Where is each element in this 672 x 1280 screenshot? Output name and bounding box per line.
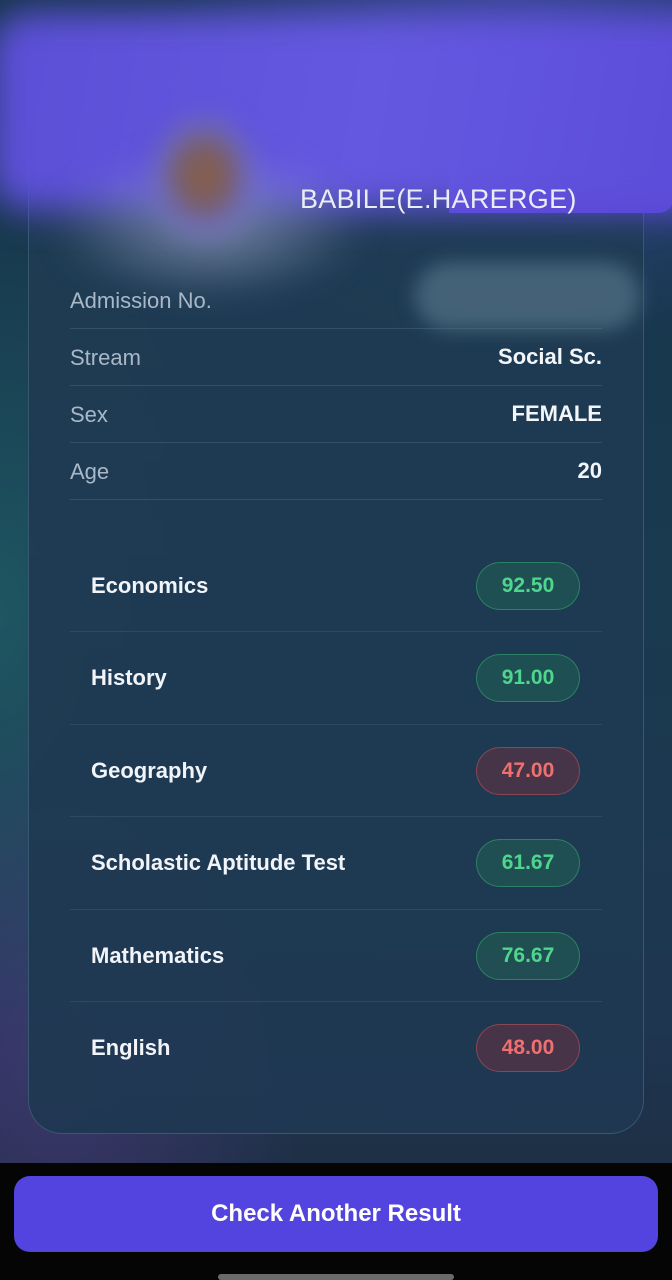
- info-row-age: Age 20: [70, 443, 602, 500]
- check-another-result-button[interactable]: Check Another Result: [14, 1176, 658, 1252]
- info-label: Sex: [70, 402, 108, 427]
- result-screen: BABILE(E.HARERGE) Admission No. Stream S…: [0, 0, 672, 1280]
- info-row-stream: Stream Social Sc.: [70, 329, 602, 386]
- bottom-action-bar: Check Another Result: [0, 1163, 672, 1280]
- blurred-admission-number: [415, 262, 640, 330]
- score-badge: 76.67: [476, 931, 580, 980]
- subject-row: History 91.00: [70, 632, 602, 725]
- subject-name: Geography: [91, 757, 208, 783]
- subject-row: Geography 47.00: [70, 725, 602, 818]
- score-badge: 48.00: [476, 1023, 580, 1072]
- home-indicator[interactable]: [218, 1274, 454, 1280]
- subject-row: Mathematics 76.67: [70, 910, 602, 1002]
- info-value: 20: [577, 458, 602, 483]
- score-badge: 61.67: [476, 839, 580, 888]
- info-label: Admission No.: [70, 288, 212, 313]
- subject-row: Scholastic Aptitude Test 61.67: [70, 817, 602, 910]
- info-label: Age: [70, 459, 110, 484]
- subject-name: Economics: [91, 573, 209, 598]
- subject-row: Economics 92.50: [70, 540, 602, 633]
- score-badge: 91.00: [476, 654, 580, 703]
- student-photo: [69, 71, 339, 301]
- info-value: Social Sc.: [498, 344, 602, 369]
- subject-name: Mathematics: [91, 942, 225, 968]
- subject-name: English: [91, 1034, 171, 1060]
- info-value: FEMALE: [511, 401, 602, 426]
- subject-row: English 48.00: [70, 1002, 602, 1094]
- school-name: BABILE(E.HARERGE): [300, 184, 577, 214]
- info-row-sex: Sex FEMALE: [70, 386, 602, 443]
- score-badge: 92.50: [476, 562, 580, 610]
- score-badge: 47.00: [476, 746, 580, 795]
- subject-name: History: [91, 665, 167, 691]
- subject-name: Scholastic Aptitude Test: [91, 850, 346, 876]
- info-label: Stream: [70, 345, 141, 370]
- subject-results: Economics 92.50 History 91.00 Geography …: [70, 540, 602, 1094]
